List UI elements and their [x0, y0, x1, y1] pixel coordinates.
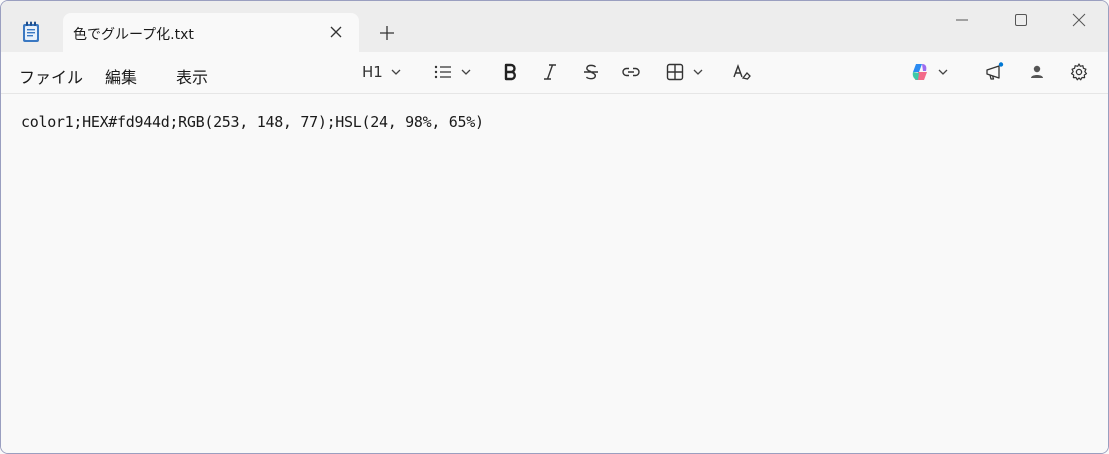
italic-button[interactable]	[540, 60, 560, 84]
notepad-app-icon	[23, 21, 39, 42]
title-bar[interactable]: 色でグループ化.txt	[1, 1, 1108, 53]
strikethrough-button[interactable]	[581, 60, 601, 84]
bold-icon	[504, 63, 516, 81]
copilot-dropdown[interactable]	[910, 60, 948, 84]
tab-title: 色でグループ化.txt	[73, 27, 194, 43]
link-button[interactable]	[621, 60, 641, 84]
bulleted-list-icon	[434, 65, 451, 79]
table-dropdown[interactable]	[665, 60, 703, 84]
chevron-down-icon	[461, 69, 471, 75]
tab-document[interactable]: 色でグループ化.txt	[63, 13, 359, 53]
close-window-icon[interactable]	[1071, 12, 1087, 28]
toolbar: ファイル 編集 表示 H1	[1, 52, 1108, 94]
megaphone-icon	[986, 62, 1004, 80]
document-line: color1;HEX#fd944d;RGB(253, 148, 77);HSL(…	[21, 113, 484, 131]
settings-button[interactable]	[1069, 60, 1089, 84]
close-tab-icon[interactable]	[329, 25, 343, 39]
gear-icon	[1070, 63, 1088, 81]
chevron-down-icon	[693, 69, 703, 75]
minimize-icon[interactable]	[954, 12, 970, 28]
table-icon	[666, 63, 684, 81]
menu-edit[interactable]: 編集	[105, 64, 137, 88]
bold-button[interactable]	[500, 60, 520, 84]
list-dropdown[interactable]	[433, 60, 471, 84]
person-icon	[1031, 65, 1043, 78]
whats-new-button[interactable]	[984, 60, 1004, 84]
chevron-down-icon	[391, 69, 401, 75]
heading-label: H1	[362, 63, 383, 81]
maximize-icon[interactable]	[1013, 12, 1029, 28]
copilot-icon	[912, 64, 927, 80]
italic-icon	[544, 64, 556, 80]
chevron-down-icon	[938, 69, 948, 75]
clear-formatting-button[interactable]	[732, 60, 752, 84]
new-tab-plus-icon[interactable]	[379, 25, 395, 41]
account-button[interactable]	[1027, 60, 1047, 84]
menu-file[interactable]: ファイル	[19, 64, 83, 88]
heading-dropdown[interactable]: H1	[362, 60, 401, 84]
strikethrough-icon	[584, 64, 598, 80]
text-editor[interactable]: color1;HEX#fd944d;RGB(253, 148, 77);HSL(…	[1, 94, 1108, 453]
notepad-window: 色でグループ化.txt ファイル 編集 表示 H1 color1;HEX#fd9…	[0, 0, 1109, 454]
clear-formatting-icon	[733, 63, 751, 80]
link-icon	[622, 67, 640, 77]
menu-view[interactable]: 表示	[176, 64, 208, 88]
